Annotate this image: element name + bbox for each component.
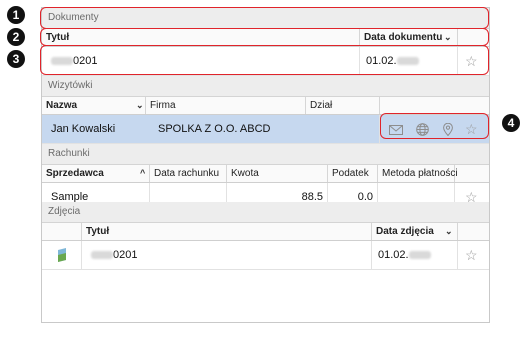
column-header-thumbnail — [42, 223, 82, 240]
column-header-photo-title[interactable]: Tytuł — [82, 223, 372, 240]
photos-header-row: Tytuł Data zdjęcia ⌄ — [42, 223, 489, 241]
photo-title-text: 0201 — [113, 249, 138, 261]
photo-thumbnail — [42, 241, 82, 269]
business-card-company: SPOLKA Z O.O. ABCD — [158, 123, 271, 135]
column-header-invoice-date[interactable]: Data rachunku — [150, 165, 227, 182]
star-icon[interactable]: ☆ — [465, 241, 478, 269]
column-header-payment-method[interactable]: Metoda płatności — [378, 165, 458, 182]
column-header-seller[interactable]: Sprzedawca — [42, 165, 150, 182]
column-header-tax[interactable]: Podatek — [328, 165, 378, 182]
callout-badge-1: 1 — [7, 6, 25, 24]
photo-date-text: 01.02. — [378, 249, 409, 261]
photo-row[interactable]: 0201 01.02. ☆ — [42, 241, 489, 270]
section-header-invoices: Rachunki — [42, 144, 489, 165]
photo-title-cell: 0201 — [82, 241, 372, 269]
callout-badge-3: 3 — [7, 50, 25, 68]
chevron-down-icon[interactable]: ⌄ — [136, 97, 144, 114]
callout-column-headers — [40, 28, 489, 46]
redacted-text — [408, 251, 431, 260]
callout-section-header — [40, 7, 489, 29]
column-header-company[interactable]: Firma — [146, 97, 306, 114]
callout-badge-4: 4 — [502, 114, 520, 132]
business-card-department — [306, 115, 380, 143]
section-header-photos: Zdjęcia — [42, 202, 489, 223]
photo-date-cell: 01.02. — [372, 241, 458, 269]
redacted-text — [91, 251, 113, 260]
callout-action-icons — [380, 113, 489, 139]
column-header-department[interactable]: Dział — [306, 97, 380, 114]
callout-badge-2: 2 — [7, 28, 25, 46]
photo-thumbnail-icon — [57, 248, 66, 263]
invoices-header-row: Sprzedawca ^ Data rachunku Kwota Podatek… — [42, 165, 489, 183]
business-card-name: Jan Kowalski — [51, 123, 116, 135]
column-header-amount[interactable]: Kwota — [227, 165, 328, 182]
column-header-name[interactable]: Nazwa — [42, 97, 146, 114]
chevron-up-icon[interactable]: ^ — [140, 165, 145, 182]
section-header-business-cards: Wizytówki — [42, 76, 489, 97]
callout-document-row — [40, 45, 489, 75]
chevron-down-icon[interactable]: ⌄ — [445, 223, 453, 240]
